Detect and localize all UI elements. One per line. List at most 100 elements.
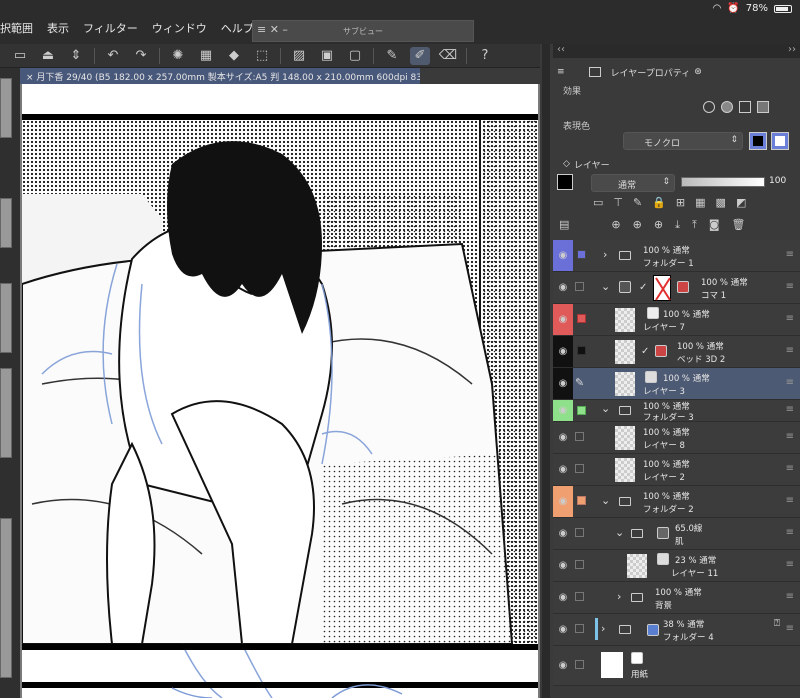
vertical-scrollbar[interactable] xyxy=(542,44,550,698)
layer-icon[interactable]: ▦ xyxy=(196,47,216,65)
loading-icon[interactable]: ✺ xyxy=(168,47,188,65)
eye-icon[interactable]: ◉ xyxy=(553,272,573,303)
chevron-right-icon[interactable]: › xyxy=(601,622,605,635)
eye-icon[interactable]: ◉ xyxy=(553,422,573,453)
chevron-right-icon[interactable]: ›› xyxy=(788,44,796,55)
page-thumbnail[interactable] xyxy=(0,78,12,138)
opacity-slider[interactable] xyxy=(681,177,765,187)
lock-toggle[interactable] xyxy=(575,624,584,633)
lock-toggle[interactable] xyxy=(577,406,586,415)
border-effect-icon[interactable] xyxy=(703,101,715,113)
stepper-icon[interactable]: ⇕ xyxy=(66,47,86,65)
layer-row[interactable]: ◉ › 100 % 通常 フォルダー 1 ≡ xyxy=(553,240,800,272)
drag-handle-icon[interactable]: ≡ xyxy=(786,623,794,634)
new-vector-icon[interactable]: ⊕ xyxy=(633,218,642,236)
lock-toggle[interactable] xyxy=(575,528,584,537)
layer-row[interactable]: ◉ 100 % 通常 レイヤー 2 ≡ xyxy=(553,454,800,486)
layer-row[interactable]: ◉ ⌄ 100 % 通常 フォルダー 3 ≡ xyxy=(553,400,800,423)
panel-menu-icon[interactable]: ▤ xyxy=(559,218,569,236)
mask-enable-icon[interactable]: ▦ xyxy=(695,196,705,214)
redo-icon[interactable]: ↷ xyxy=(131,47,151,65)
drag-handle-icon[interactable]: ≡ xyxy=(786,345,794,356)
lock-toggle[interactable] xyxy=(577,314,586,323)
save-icon[interactable]: ⏏ xyxy=(38,47,58,65)
chevron-down-icon[interactable]: ⌄ xyxy=(601,280,610,293)
drag-handle-icon[interactable]: ≡ xyxy=(786,495,794,506)
drag-handle-icon[interactable]: ≡ xyxy=(786,281,794,292)
opacity-value[interactable]: 100 xyxy=(769,174,797,190)
chevron-left-icon[interactable]: ‹‹ xyxy=(557,44,565,55)
lock-toggle[interactable] xyxy=(575,592,584,601)
drag-handle-icon[interactable]: ≡ xyxy=(786,404,794,415)
eraser-icon[interactable]: ⌫ xyxy=(438,47,458,65)
chevron-down-icon[interactable]: ⌄ xyxy=(601,402,610,415)
transfer-icon[interactable]: ⤓ xyxy=(675,218,680,236)
canvas-area[interactable] xyxy=(20,84,540,698)
drag-handle-icon[interactable]: ≡ xyxy=(786,249,794,260)
eye-icon[interactable]: ◉ xyxy=(553,304,573,335)
tone-icon[interactable] xyxy=(721,101,733,113)
lock-toggle[interactable] xyxy=(577,496,586,505)
blend-mode-select[interactable]: 通常 ⇕ xyxy=(591,174,675,192)
eye-icon[interactable]: ◉ xyxy=(553,614,573,645)
drag-handle-icon[interactable]: ≡ xyxy=(786,591,794,602)
drag-handle-icon[interactable]: ≡ xyxy=(786,559,794,570)
lock-toggle[interactable] xyxy=(577,346,586,355)
mask-icon[interactable] xyxy=(757,101,769,113)
eye-icon[interactable]: ◉ xyxy=(553,550,573,581)
layer-row[interactable]: ◉ 100 % 通常 レイヤー 8 ≡ xyxy=(553,422,800,454)
invert-icon[interactable]: ▢ xyxy=(345,47,365,65)
merge-icon[interactable]: ⤒ xyxy=(692,218,697,236)
eye-icon[interactable]: ◉ xyxy=(553,400,573,421)
reference-icon[interactable]: ⊤ xyxy=(613,196,623,214)
new-folder-icon[interactable]: ⊕ xyxy=(654,218,663,236)
manga-page[interactable] xyxy=(21,84,538,698)
fill-icon[interactable]: ◆ xyxy=(224,47,244,65)
sub-color-swatch[interactable] xyxy=(771,132,789,150)
layer-row[interactable]: ◉ ⌄ 65.0線 肌 ≡ xyxy=(553,518,800,550)
layer-row[interactable]: ◉ › 100 % 通常 背景 ≡ xyxy=(553,582,800,614)
eye-icon[interactable]: ◉ xyxy=(553,646,573,685)
transform-icon[interactable]: ⬚ xyxy=(252,47,272,65)
brush-icon[interactable]: ✐ xyxy=(410,46,430,65)
menu-window[interactable]: ウィンドウ xyxy=(152,20,207,42)
eye-icon[interactable]: ◉ xyxy=(553,454,573,485)
eye-icon[interactable]: ◉ xyxy=(553,368,573,399)
help-icon[interactable]: ? xyxy=(475,47,495,65)
layer-row-selected[interactable]: ◉ ✎ 100 % 通常 レイヤー 3 ≡ xyxy=(553,368,800,400)
layer-row[interactable]: ◉ 23 % 通常 レイヤー 11 ≡ xyxy=(553,550,800,582)
layer-row[interactable]: ◉ › 38 % 通常 フォルダー 4 ⍰ ≡ xyxy=(553,614,800,646)
undo-icon[interactable]: ↶ xyxy=(103,47,123,65)
page-thumbnail-strip[interactable] xyxy=(0,68,20,698)
lock-icon[interactable]: 🔒 xyxy=(652,196,666,214)
chevron-down-icon[interactable]: ⌄ xyxy=(615,526,624,539)
lock-toggle[interactable] xyxy=(575,464,584,473)
layer-row[interactable]: ◉ ✓ 100 % 通常 ベッド 3D 2 ≡ xyxy=(553,336,800,368)
eye-icon[interactable]: ◉ xyxy=(553,486,573,517)
drag-handle-icon[interactable]: ≡ xyxy=(786,431,794,442)
document-tab[interactable]: × 月下香 29/40 (B5 182.00 x 257.00mm 製本サイズ:… xyxy=(20,68,420,84)
page-thumbnail[interactable] xyxy=(0,518,12,678)
eye-icon[interactable]: ◉ xyxy=(553,582,573,613)
layer-color-swatch[interactable] xyxy=(557,174,573,190)
delete-icon[interactable]: 🗑 xyxy=(732,218,746,236)
drag-handle-icon[interactable]: ≡ xyxy=(786,463,794,474)
drag-handle-icon[interactable]: ≡ xyxy=(786,377,794,388)
eye-icon[interactable]: ◉ xyxy=(553,336,573,367)
layer-color-icon[interactable] xyxy=(739,101,751,113)
chevron-down-icon[interactable]: ⌄ xyxy=(601,494,610,507)
layer-row[interactable]: ◉ 100 % 通常 レイヤー 7 ≡ xyxy=(553,304,800,336)
clear-outside-icon[interactable]: ▣ xyxy=(317,47,337,65)
lock-transparent-icon[interactable]: ⊞ xyxy=(676,196,685,214)
clear-icon[interactable]: ▨ xyxy=(289,47,309,65)
clip-icon[interactable]: ▭ xyxy=(593,196,603,214)
main-color-swatch[interactable] xyxy=(749,132,767,150)
expression-color-select[interactable]: モノクロ ⇕ xyxy=(623,132,743,150)
pen-icon[interactable]: ✎ xyxy=(382,47,402,65)
layer-row[interactable]: ◉ ⌄ 100 % 通常 フォルダー 2 ≡ xyxy=(553,486,800,518)
drag-handle-icon[interactable]: ≡ xyxy=(786,527,794,538)
ruler-icon[interactable]: ▩ xyxy=(716,196,726,214)
menu-filter[interactable]: フィルター xyxy=(83,20,138,42)
menu-selection[interactable]: 択範囲 xyxy=(0,20,33,42)
page-thumbnail[interactable] xyxy=(0,368,12,458)
